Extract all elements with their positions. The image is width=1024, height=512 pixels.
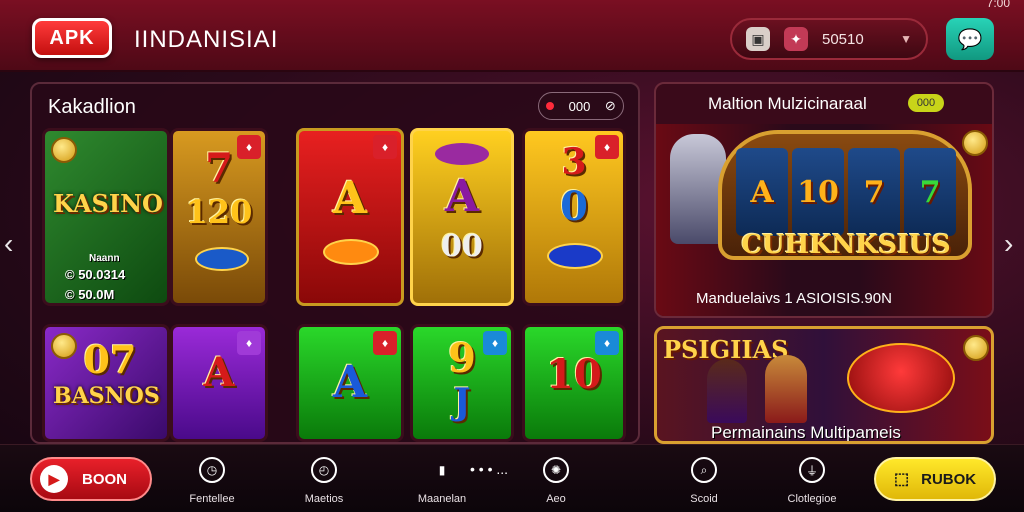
boon-button[interactable]: ▶ BOON bbox=[30, 457, 152, 501]
tile-label: KASINO bbox=[53, 189, 163, 218]
monster-icon bbox=[847, 343, 955, 413]
character-icon bbox=[765, 355, 807, 423]
promo-panel[interactable]: PSIGIIAS Permainains Multipameis bbox=[654, 326, 994, 444]
featured-title: Maltion Mulzicinaraal bbox=[708, 94, 867, 113]
boon-label: BOON bbox=[82, 470, 127, 488]
clock-icon: ◷ bbox=[199, 457, 225, 483]
tile-symbol: 3 bbox=[561, 141, 587, 183]
coin-icon bbox=[962, 130, 988, 156]
person-icon: ▮ bbox=[438, 463, 446, 477]
filter-icon: ⊘ bbox=[604, 98, 616, 113]
tile-symbol: 00 bbox=[441, 229, 483, 264]
featured-mini-badge: 000 bbox=[908, 94, 944, 112]
panel-title: Kakadlion bbox=[48, 96, 136, 118]
app-name: IINDANISIAI bbox=[134, 26, 279, 53]
filter-value: 000 bbox=[568, 98, 591, 114]
tile-amount: © 50.0M bbox=[65, 287, 115, 302]
gem-icon bbox=[323, 239, 379, 265]
gem-icon bbox=[195, 247, 249, 271]
nav-item[interactable]: ◷ Fentellee bbox=[172, 457, 252, 505]
balance-amount: 50510 bbox=[822, 30, 864, 48]
record-dot-icon bbox=[546, 102, 555, 110]
game-tile-ace-gold[interactable]: A 00 bbox=[410, 128, 514, 306]
chat-button[interactable]: 💬 bbox=[946, 18, 994, 60]
tile-symbol: A bbox=[203, 349, 235, 396]
next-arrow-icon[interactable]: › bbox=[1004, 228, 1013, 260]
game-tile-kasino[interactable]: KASINO Naann © 50.0314 © 50.0M bbox=[42, 128, 170, 306]
game-tile-three[interactable]: ♦ 3 0 bbox=[522, 128, 626, 306]
chat-bubble-icon: ⬚ bbox=[894, 471, 910, 488]
promo-caption: Permainains Multipameis bbox=[711, 423, 901, 442]
game-tile-ace-red[interactable]: ♦ A bbox=[296, 128, 404, 306]
gem-icon bbox=[547, 243, 603, 269]
nav-label: Maanelan bbox=[417, 493, 467, 505]
settings-icon: ⏚ bbox=[799, 457, 825, 483]
tile-note: Naann bbox=[89, 253, 120, 264]
game-tile-nine[interactable]: ♦ 9 J bbox=[410, 324, 514, 442]
fish-icon bbox=[435, 143, 489, 165]
tile-symbol: 120 bbox=[185, 193, 253, 231]
game-tile-ace-green[interactable]: ♦ A bbox=[296, 324, 404, 442]
tile-symbol: 10 bbox=[546, 351, 602, 398]
hot-badge-icon: ♦ bbox=[373, 135, 397, 159]
game-list-panel: Kakadlion 000 ⊘ KASINO Naann © 50.0314 ©… bbox=[30, 82, 640, 444]
nav-item[interactable]: ⏚ Clotlegioe bbox=[772, 457, 852, 505]
gift-icon: ✦ bbox=[784, 27, 808, 51]
nav-item[interactable]: ✺ Aeo bbox=[516, 457, 596, 505]
filter-pill[interactable]: 000 ⊘ bbox=[538, 92, 624, 120]
tile-symbol: A bbox=[444, 171, 480, 222]
game-tile-ace-purple[interactable]: ♦ A bbox=[170, 324, 268, 442]
wallet-icon: ▣ bbox=[746, 27, 770, 51]
reel: 7 bbox=[848, 148, 900, 236]
reel: A bbox=[736, 148, 788, 236]
featured-game-title: CUHKNKSIUS bbox=[741, 230, 951, 260]
film-reel-icon: ✺ bbox=[543, 457, 569, 483]
nav-item[interactable]: ⌕ Scoid bbox=[664, 457, 744, 505]
tile-symbol: 07 bbox=[83, 337, 137, 382]
tile-symbol: A bbox=[332, 173, 368, 224]
coin-icon bbox=[51, 333, 77, 359]
timer-icon: ◴ bbox=[311, 457, 337, 483]
nav-label: Scoid bbox=[690, 493, 718, 505]
featured-caption: Manduelaivs 1 ASIOISIS.90N bbox=[696, 290, 892, 307]
tile-label: BASNOS bbox=[53, 383, 160, 409]
character-icon bbox=[707, 359, 747, 423]
status-time: 7:00 bbox=[986, 0, 1010, 10]
hot-badge-icon: ♦ bbox=[373, 331, 397, 355]
nav-label: Aeo bbox=[546, 493, 566, 505]
rubok-button[interactable]: ⬚ RUBOK bbox=[874, 457, 996, 501]
search-icon: ⌕ bbox=[691, 457, 717, 483]
balance-pill[interactable]: ▣ ✦ 50510 ▼ bbox=[730, 18, 928, 60]
tile-amount: © 50.0314 bbox=[65, 267, 126, 282]
prev-arrow-icon[interactable]: ‹ bbox=[4, 228, 13, 260]
reel: 10 bbox=[792, 148, 844, 236]
center-indicator: • • • ... bbox=[470, 461, 509, 477]
nav-label: Fentellee bbox=[189, 493, 235, 505]
tile-symbol: J bbox=[453, 381, 471, 423]
nav-label: Maetios bbox=[304, 493, 344, 505]
bottom-nav: ▶ BOON ◷ Fentellee ◴ Maetios ▮ Maanelan … bbox=[0, 444, 1024, 512]
chat-icon: 💬 bbox=[957, 28, 983, 51]
tile-symbol: 0 bbox=[560, 183, 588, 230]
nav-item[interactable]: ◴ Maetios bbox=[284, 457, 364, 505]
coin-icon bbox=[963, 335, 989, 361]
game-tile-ten[interactable]: ♦ 10 bbox=[522, 324, 626, 442]
game-tile-seven[interactable]: ♦ 7 120 bbox=[170, 128, 268, 306]
chevron-down-icon[interactable]: ▼ bbox=[900, 32, 912, 46]
game-tile-basnos[interactable]: 07 BASNOS bbox=[42, 324, 170, 442]
tile-symbol: 7 bbox=[205, 145, 233, 192]
top-bar: 7:00 APK IINDANISIAI ▣ ✦ 50510 ▼ 💬 bbox=[0, 0, 1024, 72]
rubok-label: RUBOK bbox=[921, 470, 977, 488]
featured-game-panel[interactable]: Maltion Mulzicinaraal 000 A 10 7 7 CUHKN… bbox=[654, 82, 994, 318]
coin-icon bbox=[51, 137, 77, 163]
boon-icon: ▶ bbox=[40, 465, 68, 493]
tile-symbol: A bbox=[332, 357, 368, 408]
app-logo[interactable]: APK bbox=[32, 18, 112, 58]
nav-label: Clotlegioe bbox=[787, 493, 837, 505]
reel: 7 bbox=[904, 148, 956, 236]
tile-symbol: 9 bbox=[448, 335, 476, 382]
